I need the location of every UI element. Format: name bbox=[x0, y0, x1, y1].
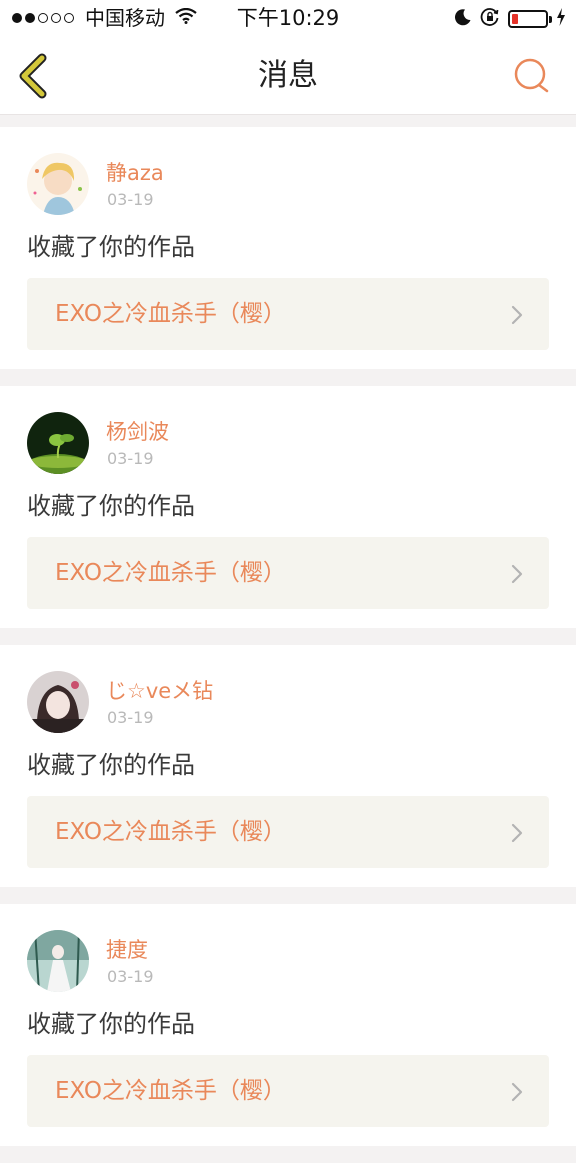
search-button[interactable] bbox=[512, 56, 552, 96]
chevron-left-icon bbox=[19, 53, 47, 99]
username[interactable]: 静aza bbox=[106, 159, 164, 187]
work-link[interactable]: EXO之冷血杀手（樱） bbox=[27, 537, 549, 609]
avatar[interactable] bbox=[27, 153, 89, 215]
message-date: 03-19 bbox=[107, 190, 154, 209]
chevron-right-icon bbox=[511, 1082, 523, 1102]
work-link[interactable]: EXO之冷血杀手（樱） bbox=[27, 278, 549, 350]
chevron-right-icon bbox=[511, 823, 523, 843]
message-action: 收藏了你的作品 bbox=[27, 492, 195, 520]
message-date: 03-19 bbox=[107, 708, 154, 727]
message-card: 捷度 03-19 收藏了你的作品 EXO之冷血杀手（樱） bbox=[0, 904, 576, 1146]
message-action: 收藏了你的作品 bbox=[27, 751, 195, 779]
work-link[interactable]: EXO之冷血杀手（樱） bbox=[27, 796, 549, 868]
work-link[interactable]: EXO之冷血杀手（樱） bbox=[27, 1055, 549, 1127]
avatar[interactable] bbox=[27, 412, 89, 474]
work-title: EXO之冷血杀手（樱） bbox=[55, 819, 286, 845]
message-card: じ☆veメ钻 03-19 收藏了你的作品 EXO之冷血杀手（樱） bbox=[0, 645, 576, 887]
search-icon bbox=[514, 58, 549, 93]
message-action: 收藏了你的作品 bbox=[27, 233, 195, 261]
navigation-bar: 消息 bbox=[0, 38, 576, 115]
message-card: 静aza 03-19 收藏了你的作品 EXO之冷血杀手（樱） bbox=[0, 127, 576, 369]
page-title: 消息 bbox=[258, 58, 318, 93]
work-title: EXO之冷血杀手（樱） bbox=[55, 1078, 286, 1104]
battery-icon bbox=[508, 10, 552, 28]
work-title: EXO之冷血杀手（樱） bbox=[55, 301, 286, 327]
moon-icon bbox=[454, 8, 472, 30]
work-title: EXO之冷血杀手（樱） bbox=[55, 560, 286, 586]
message-card: 杨剑波 03-19 收藏了你的作品 EXO之冷血杀手（樱） bbox=[0, 386, 576, 628]
message-date: 03-19 bbox=[107, 449, 154, 468]
back-button[interactable] bbox=[14, 52, 54, 100]
chevron-right-icon bbox=[511, 564, 523, 584]
message-list: 静aza 03-19 收藏了你的作品 EXO之冷血杀手（樱） 杨剑波 03-19… bbox=[0, 127, 576, 1163]
username[interactable]: じ☆veメ钻 bbox=[106, 677, 213, 705]
status-bar: 中国移动 下午10:29 bbox=[0, 0, 576, 38]
battery-level bbox=[512, 14, 519, 24]
avatar[interactable] bbox=[27, 671, 89, 733]
status-right bbox=[446, 7, 566, 31]
avatar[interactable] bbox=[27, 930, 89, 992]
username[interactable]: 杨剑波 bbox=[106, 418, 169, 446]
charging-icon bbox=[556, 8, 566, 30]
rotation-lock-icon bbox=[480, 7, 500, 31]
message-date: 03-19 bbox=[107, 967, 154, 986]
chevron-right-icon bbox=[511, 305, 523, 325]
message-action: 收藏了你的作品 bbox=[27, 1010, 195, 1038]
username[interactable]: 捷度 bbox=[106, 936, 148, 964]
